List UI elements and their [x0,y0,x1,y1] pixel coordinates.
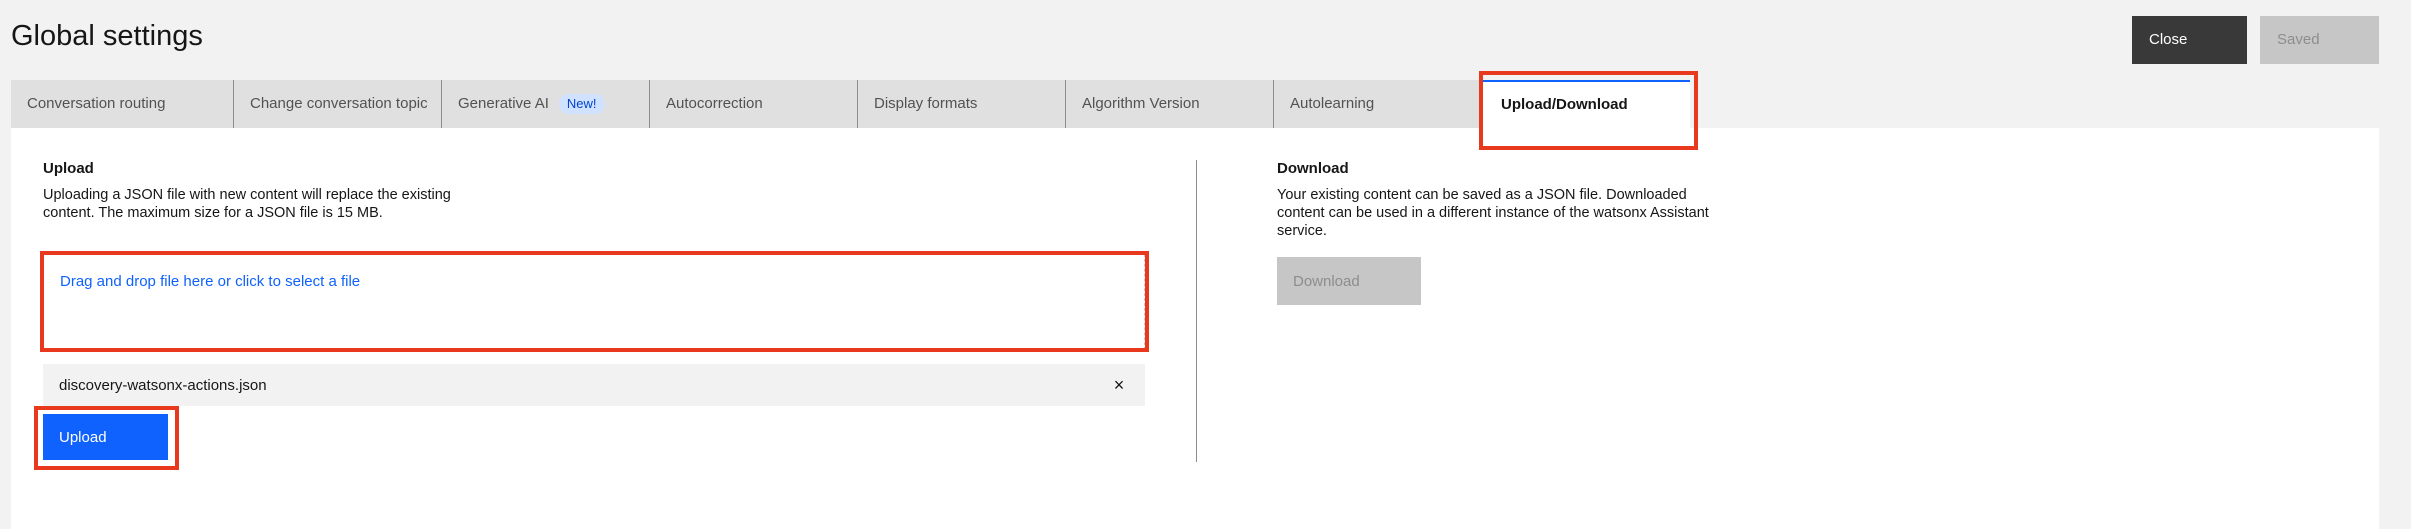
tab-generative-ai[interactable]: Generative AI New! [442,80,650,128]
tab-autocorrection[interactable]: Autocorrection [650,80,858,128]
download-description-line3: service. [1277,223,1327,239]
global-settings-page: Global settings Close Saved Conversation… [0,0,2411,529]
tab-change-conversation-topic[interactable]: Change conversation topic [234,80,442,128]
upload-section-title: Upload [43,160,94,177]
upload-description-line1: Uploading a JSON file with new content w… [43,187,451,203]
tab-label: Upload/Download [1501,96,1628,113]
uploaded-file-item: discovery-watsonx-actions.json × [43,364,1145,406]
close-icon[interactable]: × [1109,375,1129,396]
dropzone-text: Drag and drop file here or click to sele… [60,273,361,290]
tab-label: Autocorrection [666,95,763,112]
tab-conversation-routing[interactable]: Conversation routing [11,80,234,128]
tab-display-formats[interactable]: Display formats [858,80,1066,128]
file-name: discovery-watsonx-actions.json [59,376,267,394]
tab-label: Change conversation topic [250,95,428,112]
tab-label: Autolearning [1290,95,1375,112]
tab-autolearning[interactable]: Autolearning [1274,80,1482,128]
tab-label: Generative AI [458,95,549,112]
download-description-line2: content can be used in a different insta… [1277,205,1709,221]
download-section-title: Download [1277,160,1349,177]
new-badge: New! [558,94,605,114]
saved-button[interactable]: Saved [2260,16,2379,64]
tab-upload-download[interactable]: Upload/Download [1482,80,1690,128]
section-divider [1196,160,1197,462]
page-title: Global settings [11,20,203,52]
upload-button[interactable]: Upload [43,414,168,460]
tab-algorithm-version[interactable]: Algorithm Version [1066,80,1274,128]
tab-label: Display formats [874,95,978,112]
download-button[interactable]: Download [1277,257,1421,305]
tab-label: Conversation routing [27,95,166,112]
upload-description-line2: content. The maximum size for a JSON fil… [43,205,383,221]
download-description-line1: Your existing content can be saved as a … [1277,187,1687,203]
tab-label: Algorithm Version [1082,95,1200,112]
close-button[interactable]: Close [2132,16,2247,64]
file-dropzone[interactable]: Drag and drop file here or click to sele… [43,254,1145,350]
settings-tabs: Conversation routing Change conversation… [11,80,1690,128]
